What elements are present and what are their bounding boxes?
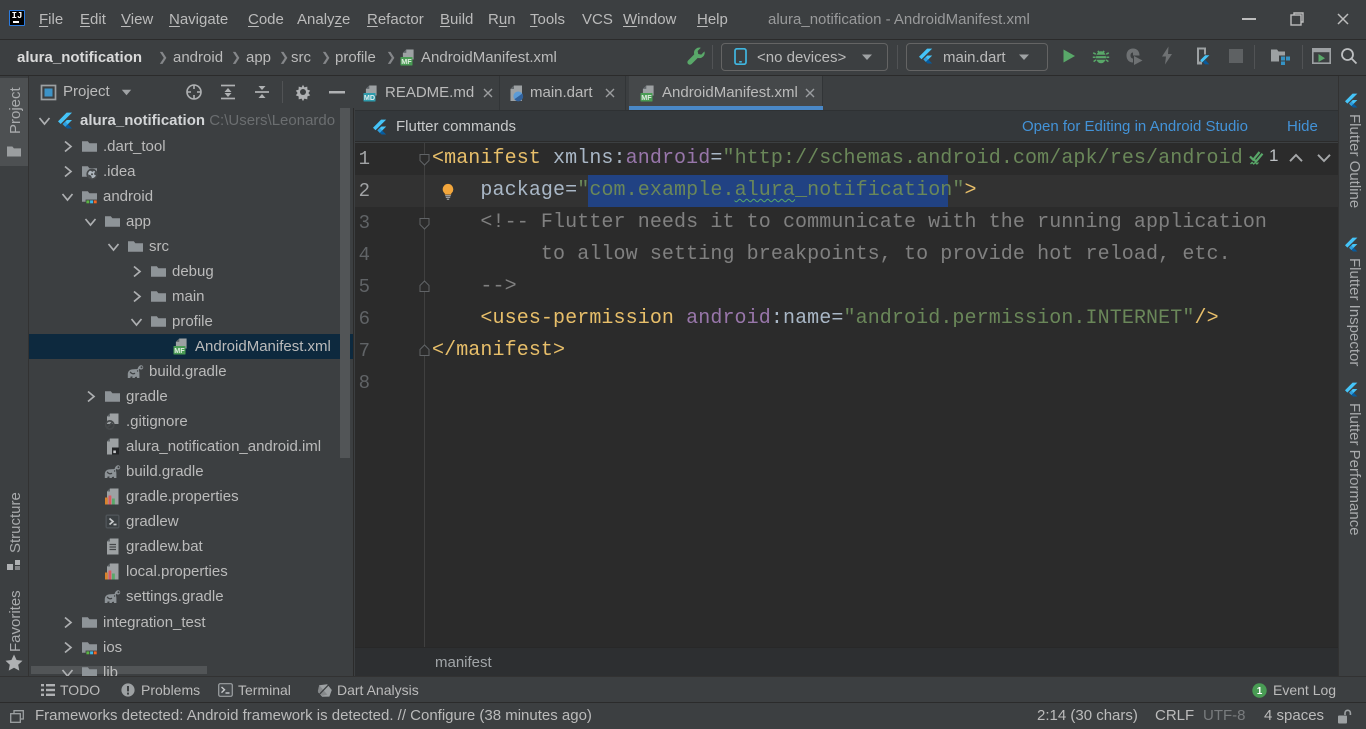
svg-text:1: 1 (1257, 686, 1263, 697)
